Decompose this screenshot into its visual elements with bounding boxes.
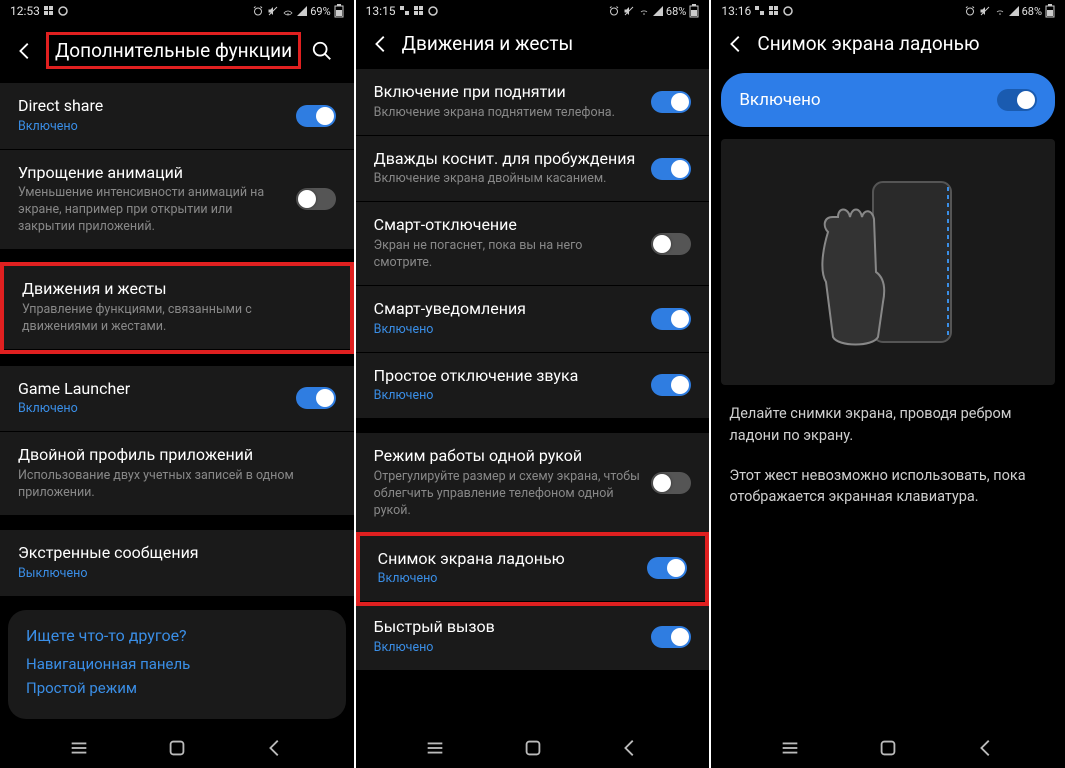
nav-bar xyxy=(0,728,354,768)
wifi-icon xyxy=(994,5,1006,17)
toggle[interactable] xyxy=(651,472,691,494)
mute-icon xyxy=(267,5,279,17)
battery-text: 68% xyxy=(1022,5,1042,18)
back-button[interactable] xyxy=(264,737,286,759)
battery-icon xyxy=(1045,4,1055,18)
content: Включено Делайте снимки экрана, проводя … xyxy=(711,69,1065,728)
battery-icon xyxy=(334,4,344,18)
toggle[interactable] xyxy=(647,557,687,579)
recents-button[interactable] xyxy=(68,737,90,759)
status-icon xyxy=(428,6,438,16)
header: Снимок экрана ладонью xyxy=(711,22,1065,69)
battery-text: 69% xyxy=(310,5,330,18)
toggle[interactable] xyxy=(651,374,691,396)
settings-list: Включение при поднятии Включение экрана … xyxy=(356,69,710,728)
header: Движения и жесты xyxy=(356,22,710,69)
setting-lift-to-wake[interactable]: Включение при поднятии Включение экрана … xyxy=(356,69,710,135)
status-icon xyxy=(58,6,68,16)
setting-easy-mute[interactable]: Простое отключение звука Включено xyxy=(356,353,710,419)
highlight-palm-swipe: Снимок экрана ладонью Включено xyxy=(356,532,710,607)
toggle[interactable] xyxy=(651,233,691,255)
home-button[interactable] xyxy=(166,737,188,759)
back-button[interactable] xyxy=(619,737,641,759)
phone-screen-3: 13:16 68% Снимок экрана ладонью Включено xyxy=(711,0,1065,768)
back-icon[interactable] xyxy=(725,33,747,55)
status-time: 13:15 xyxy=(366,4,396,18)
signal-icon xyxy=(653,6,663,16)
toggle[interactable] xyxy=(296,387,336,409)
status-bar: 13:15 68% xyxy=(356,0,710,22)
home-button[interactable] xyxy=(877,737,899,759)
signal-icon xyxy=(297,6,307,16)
setting-reduce-animations[interactable]: Упрощение анимаций Уменьшение интенсивно… xyxy=(0,150,354,249)
status-time: 12:53 xyxy=(10,4,40,18)
signal-icon xyxy=(1009,6,1019,16)
status-icon xyxy=(755,6,765,16)
status-icon xyxy=(769,6,779,16)
toggle[interactable] xyxy=(296,188,336,210)
mute-icon xyxy=(979,5,991,17)
nav-bar xyxy=(711,728,1065,768)
toggle[interactable] xyxy=(651,308,691,330)
gesture-illustration xyxy=(721,139,1055,385)
page-title: Снимок экрана ладонью xyxy=(757,32,1051,55)
status-icon xyxy=(44,6,54,16)
battery-icon xyxy=(689,4,699,18)
battery-text: 68% xyxy=(666,5,686,18)
looking-for-card: Ищете что-то другое? Навигационная панел… xyxy=(8,610,346,719)
alarm-icon xyxy=(252,5,264,17)
settings-list: Direct share Включено Упрощение анимаций… xyxy=(0,83,354,728)
link-navigation-bar[interactable]: Навигационная панель xyxy=(26,655,328,673)
alarm-icon xyxy=(608,5,620,17)
page-title-highlighted: Дополнительные функции xyxy=(46,32,301,69)
phone-screen-2: 13:15 68% Движения и жесты Включение при… xyxy=(356,0,710,768)
status-icon xyxy=(414,6,424,16)
mute-icon xyxy=(623,5,635,17)
toggle[interactable] xyxy=(651,158,691,180)
recents-button[interactable] xyxy=(779,737,801,759)
toggle[interactable] xyxy=(296,105,336,127)
alarm-icon xyxy=(964,5,976,17)
status-icon xyxy=(400,6,410,16)
toggle[interactable] xyxy=(651,91,691,113)
setting-sos-messages[interactable]: Экстренные сообщения Выключено xyxy=(0,530,354,596)
setting-double-tap-wake[interactable]: Дважды коснит. для пробуждения Включение… xyxy=(356,136,710,202)
back-icon[interactable] xyxy=(370,33,392,55)
setting-game-launcher[interactable]: Game Launcher Включено xyxy=(0,366,354,432)
setting-smart-alert[interactable]: Смарт-уведомления Включено xyxy=(356,286,710,352)
nav-bar xyxy=(356,728,710,768)
setting-one-handed[interactable]: Режим работы одной рукой Отрегулируйте р… xyxy=(356,433,710,532)
wifi-icon xyxy=(638,5,650,17)
phone-screen-1: 12:53 69% Дополнительные функции Direct … xyxy=(0,0,354,768)
wifi-icon xyxy=(282,5,294,17)
setting-palm-swipe-capture[interactable]: Снимок экрана ладонью Включено xyxy=(360,536,706,602)
home-button[interactable] xyxy=(522,737,544,759)
search-icon[interactable] xyxy=(311,40,333,62)
setting-dual-messenger[interactable]: Двойной профиль приложений Использование… xyxy=(0,432,354,515)
setting-swipe-to-call[interactable]: Быстрый вызов Включено xyxy=(356,604,710,670)
status-bar: 13:16 68% xyxy=(711,0,1065,22)
toggle[interactable] xyxy=(651,626,691,648)
setting-smart-stay[interactable]: Смарт-отключение Экран не погаснет, пока… xyxy=(356,202,710,285)
link-easy-mode[interactable]: Простой режим xyxy=(26,679,328,697)
description-2: Этот жест невозможно использовать, пока … xyxy=(711,447,1065,509)
status-bar: 12:53 69% xyxy=(0,0,354,22)
setting-direct-share[interactable]: Direct share Включено xyxy=(0,83,354,149)
toggle[interactable] xyxy=(997,89,1037,111)
status-icon xyxy=(783,6,793,16)
status-time: 13:16 xyxy=(721,4,751,18)
page-title: Движения и жесты xyxy=(402,32,696,55)
master-toggle-bar[interactable]: Включено xyxy=(721,73,1055,127)
header: Дополнительные функции xyxy=(0,22,354,83)
highlight-motions-gestures: Движения и жесты Управление функциями, с… xyxy=(0,262,354,354)
recents-button[interactable] xyxy=(424,737,446,759)
description-1: Делайте снимки экрана, проводя ребром ла… xyxy=(711,385,1065,447)
back-button[interactable] xyxy=(975,737,997,759)
setting-motions-gestures[interactable]: Движения и жесты Управление функциями, с… xyxy=(4,266,350,349)
back-icon[interactable] xyxy=(14,40,36,62)
